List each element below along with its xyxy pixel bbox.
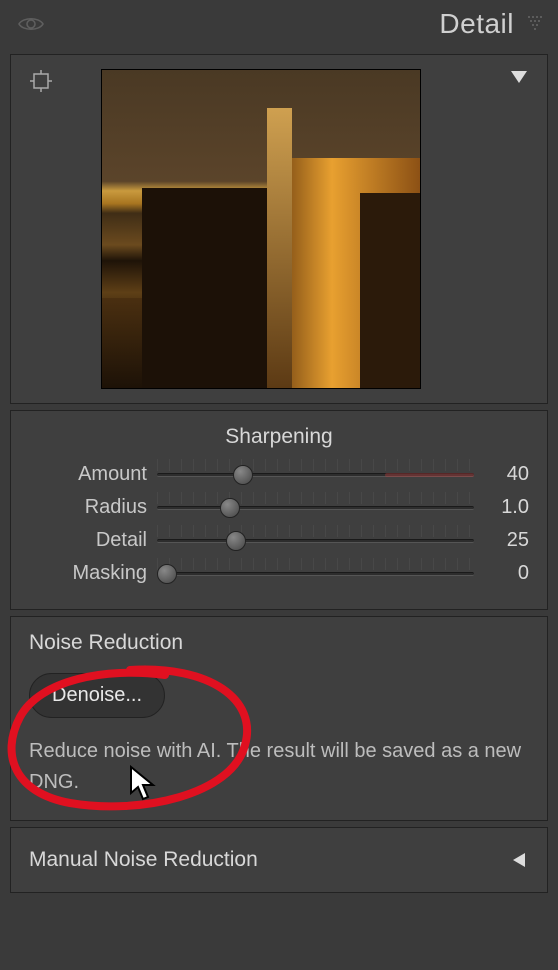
target-loupe-icon[interactable] (29, 69, 53, 389)
slider-value[interactable]: 1.0 (484, 496, 529, 519)
amount-slider[interactable] (157, 465, 474, 485)
slider-row-amount: Amount 40 (29, 463, 529, 486)
detail-preview-image[interactable] (101, 69, 421, 389)
panel-switch-icon[interactable] (526, 14, 546, 34)
preview-section (10, 54, 548, 404)
slider-row-detail: Detail 25 (29, 529, 529, 552)
slider-label: Amount (29, 463, 147, 486)
radius-slider[interactable] (157, 498, 474, 518)
detail-slider[interactable] (157, 531, 474, 551)
visibility-eye-icon[interactable] (18, 15, 44, 33)
noise-reduction-title: Noise Reduction (29, 631, 529, 655)
manual-noise-title: Manual Noise Reduction (29, 848, 258, 872)
masking-slider[interactable] (157, 564, 474, 584)
denoise-button[interactable]: Denoise... (29, 673, 165, 718)
slider-value[interactable]: 25 (484, 529, 529, 552)
slider-row-radius: Radius 1.0 (29, 496, 529, 519)
sharpening-title: Sharpening (29, 425, 529, 449)
manual-noise-reduction-section[interactable]: Manual Noise Reduction (10, 827, 548, 893)
expand-triangle-icon[interactable] (511, 851, 529, 869)
slider-label: Masking (29, 562, 147, 585)
slider-value[interactable]: 0 (484, 562, 529, 585)
panel-title: Detail (439, 8, 514, 40)
panel-header: Detail (0, 0, 558, 48)
slider-value[interactable]: 40 (484, 463, 529, 486)
noise-reduction-section: Noise Reduction Denoise... Reduce noise … (10, 616, 548, 821)
slider-label: Detail (29, 529, 147, 552)
sharpening-section: Sharpening Amount 40 Radius 1.0 Detail 2… (10, 410, 548, 610)
slider-label: Radius (29, 496, 147, 519)
noise-reduction-description: Reduce noise with AI. The result will be… (29, 736, 529, 798)
collapse-triangle-icon[interactable] (509, 69, 529, 389)
slider-row-masking: Masking 0 (29, 562, 529, 585)
